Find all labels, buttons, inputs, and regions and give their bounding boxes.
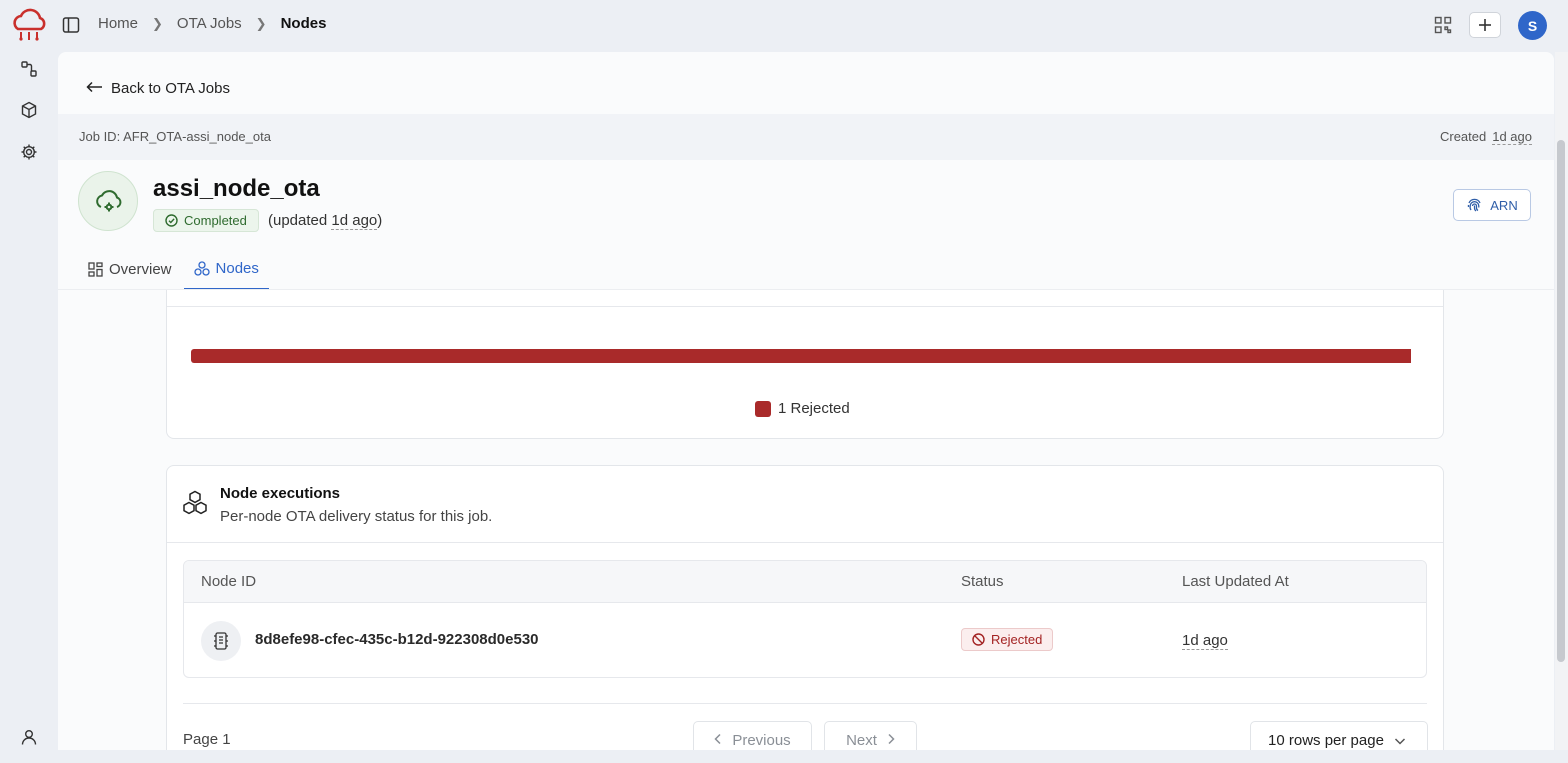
chevron-right-icon — [887, 732, 895, 749]
add-button[interactable] — [1469, 12, 1501, 38]
top-bar: Home ❯ OTA Jobs ❯ Nodes S — [0, 0, 1568, 52]
page-title: assi_node_ota — [153, 175, 320, 202]
rejected-progress-fill — [191, 349, 1411, 363]
cubes-icon — [182, 490, 208, 516]
job-id: Job ID: AFR_OTA-assi_node_ota — [79, 129, 271, 144]
section-title: Node executions — [220, 485, 341, 502]
app-logo-icon[interactable] — [9, 5, 49, 47]
cloud-gear-icon — [78, 171, 138, 231]
breadcrumb-ota-jobs[interactable]: OTA Jobs — [177, 15, 242, 32]
breadcrumb: Home ❯ OTA Jobs ❯ Nodes — [98, 15, 326, 32]
breadcrumb-home[interactable]: Home — [98, 15, 138, 32]
table-header: Node ID Status Last Updated At — [184, 561, 1426, 603]
last-updated: 1d ago — [1182, 632, 1228, 650]
fingerprint-icon — [1468, 198, 1481, 212]
check-circle-icon — [165, 214, 178, 227]
package-nav-icon[interactable] — [20, 101, 38, 119]
avatar[interactable]: S — [1518, 11, 1547, 40]
next-label: Next — [846, 731, 877, 749]
table-row[interactable]: 8d8efe98-cfec-435c-b12d-922308d0e530 Rej… — [184, 603, 1426, 677]
column-node-id[interactable]: Node ID — [201, 573, 256, 590]
status-badge: Completed — [153, 209, 259, 232]
section-divider — [167, 542, 1443, 543]
legend-label: 1 Rejected — [778, 400, 850, 417]
job-info-strip: Job ID: AFR_OTA-assi_node_ota Created 1d … — [58, 114, 1554, 160]
column-status[interactable]: Status — [961, 573, 1004, 590]
column-last-updated[interactable]: Last Updated At — [1182, 573, 1289, 590]
node-id[interactable]: 8d8efe98-cfec-435c-b12d-922308d0e530 — [255, 631, 539, 648]
next-page-button[interactable]: Next — [824, 721, 917, 750]
rows-per-page-select[interactable]: 10 rows per page — [1250, 721, 1428, 750]
chevron-left-icon — [714, 732, 722, 749]
section-subtitle: Per-node OTA delivery status for this jo… — [220, 508, 493, 525]
arn-button-label: ARN — [1490, 197, 1518, 213]
pager-divider — [183, 703, 1427, 704]
chevron-right-icon: ❯ — [255, 15, 267, 31]
updated-ago: 1d ago — [331, 212, 378, 230]
scrollbar-thumb[interactable] — [1557, 140, 1565, 662]
card-divider — [167, 306, 1443, 307]
arrow-left-icon — [86, 80, 103, 97]
tab-bar: Overview Nodes — [78, 248, 269, 290]
grid-icon — [88, 261, 103, 277]
updated-suffix: ) — [377, 212, 383, 229]
nodes-nav-icon[interactable] — [20, 60, 38, 78]
qr-code-icon[interactable] — [1434, 16, 1452, 34]
tab-nodes[interactable]: Nodes — [183, 248, 269, 290]
status-label: Rejected — [991, 632, 1043, 647]
user-profile-icon[interactable] — [20, 728, 38, 746]
chevron-down-icon — [1394, 732, 1406, 749]
breadcrumb-current: Nodes — [280, 15, 327, 32]
updated-info: (updated 1d ago) — [268, 212, 383, 230]
previous-label: Previous — [732, 731, 791, 749]
nodes-icon — [193, 260, 210, 276]
status-badge: Rejected — [961, 628, 1054, 651]
updated-prefix: (updated — [268, 212, 332, 229]
rejected-swatch — [755, 400, 771, 417]
previous-page-button[interactable]: Previous — [693, 721, 812, 750]
tab-overview-label: Overview — [109, 260, 172, 278]
rows-per-page-label: 10 rows per page — [1268, 731, 1384, 749]
device-chip-icon — [201, 621, 241, 661]
created-info: Created 1d ago — [1439, 129, 1532, 145]
page-indicator: Page 1 — [183, 731, 231, 748]
tab-overview[interactable]: Overview — [78, 248, 182, 290]
settings-gear-icon[interactable] — [20, 143, 38, 161]
delivery-progress-card: 1 Rejected — [166, 290, 1444, 439]
plus-icon — [1479, 19, 1491, 31]
chevron-right-icon: ❯ — [152, 15, 163, 31]
sidebar-toggle-icon[interactable] — [62, 16, 80, 34]
progress-legend: 1 Rejected — [755, 400, 850, 417]
rejected-progress-bar — [191, 349, 1411, 363]
ban-icon — [972, 633, 985, 646]
created-label: Created — [1439, 129, 1487, 144]
back-link-label: Back to OTA Jobs — [111, 80, 230, 97]
created-ago: 1d ago — [1492, 129, 1532, 145]
main-panel: Back to OTA Jobs Job ID: AFR_OTA-assi_no… — [58, 52, 1554, 750]
node-executions-card: Node executions Per-node OTA delivery st… — [166, 465, 1444, 750]
back-to-ota-jobs-link[interactable]: Back to OTA Jobs — [86, 80, 230, 97]
status-badge-label: Completed — [184, 213, 247, 228]
arn-button[interactable]: ARN — [1453, 189, 1531, 221]
tab-nodes-label: Nodes — [215, 259, 259, 277]
node-executions-table: Node ID Status Last Updated At 8d8efe98-… — [183, 560, 1427, 678]
